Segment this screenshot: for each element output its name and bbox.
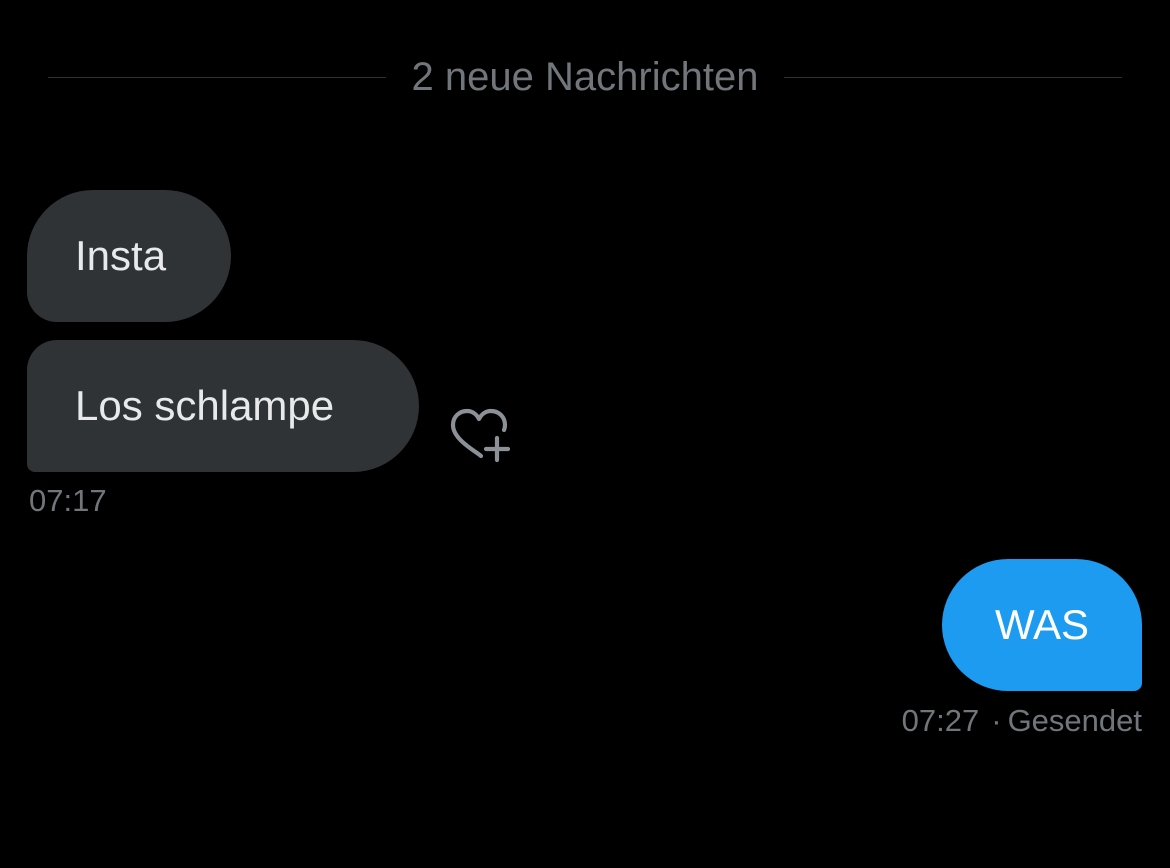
message-text: WAS	[994, 601, 1090, 648]
message-text: Los schlampe	[75, 382, 335, 429]
outgoing-message-meta: 07:27 · Gesendet	[902, 702, 1142, 740]
outgoing-message-bubble[interactable]: WAS	[942, 559, 1142, 691]
add-reaction-button[interactable]	[444, 404, 516, 468]
outgoing-timestamp: 07:27	[901, 703, 980, 738]
divider-line-left	[48, 76, 386, 78]
new-messages-divider: 2 neue Nachrichten	[48, 52, 1122, 102]
incoming-timestamp: 07:17	[29, 483, 107, 518]
delivery-status: Gesendet	[1007, 703, 1142, 738]
incoming-message-bubble[interactable]: Insta	[27, 190, 231, 322]
new-messages-label: 2 neue Nachrichten	[411, 55, 759, 99]
divider-line-right	[784, 76, 1122, 78]
message-text: Insta	[75, 232, 167, 279]
incoming-message-bubble[interactable]: Los schlampe	[27, 340, 419, 472]
meta-separator: ·	[991, 703, 1002, 738]
heart-plus-icon	[450, 408, 511, 463]
